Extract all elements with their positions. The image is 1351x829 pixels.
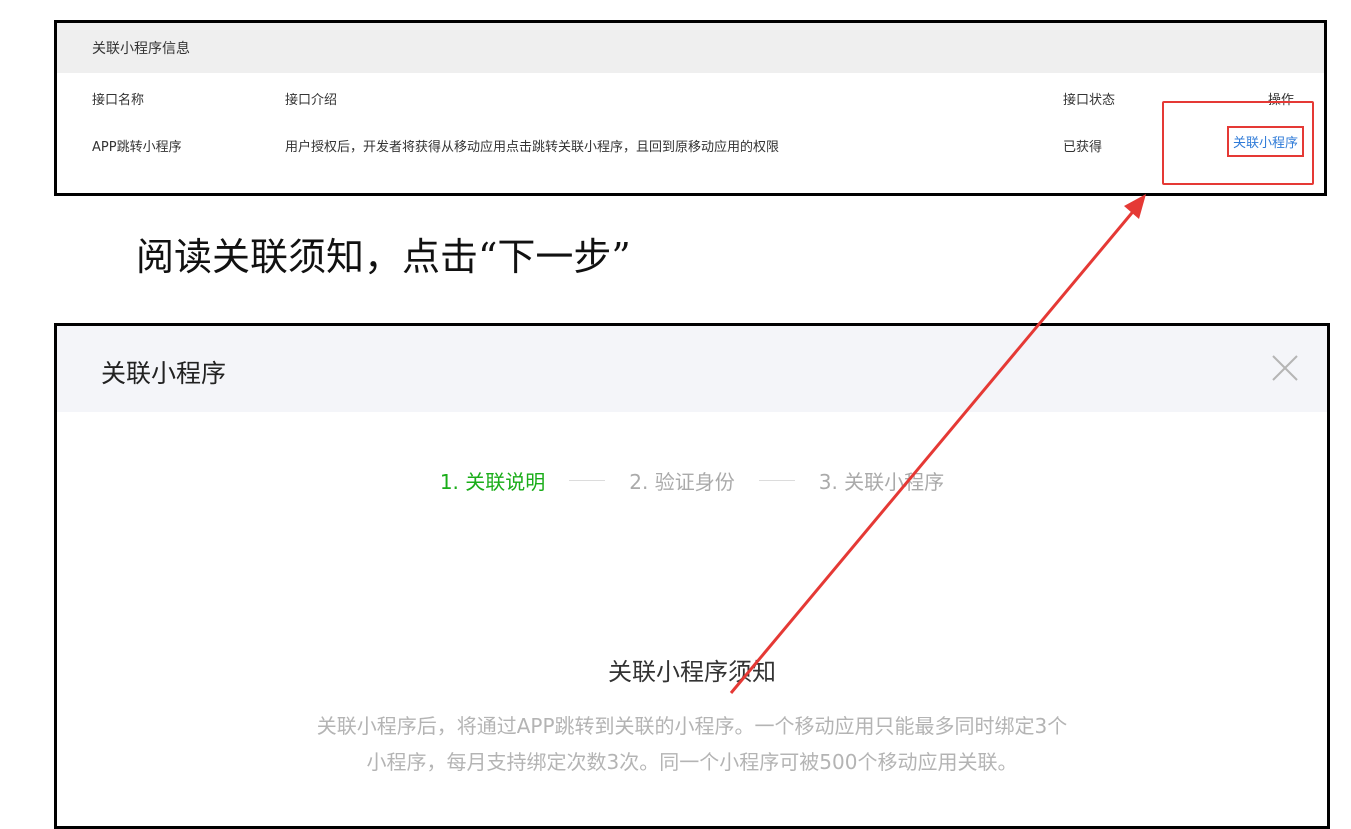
step-1: 1. 关联说明 [439,470,546,494]
dialog-title: 关联小程序 [101,359,227,388]
step-2: 2. 验证身份 [629,470,735,494]
notice-line: 小程序，每月支持绑定次数3次。同一个小程序可被500个移动应用关联。 [366,750,1018,774]
step-divider [758,480,795,481]
row-description: 用户授权后，开发者将获得从移动应用点击跳转关联小程序，且回到原移动应用的权限 [285,140,780,155]
instruction-text: 阅读关联须知，点击“下一步” [136,235,631,279]
link-mini-program-dialog: 关联小程序 1. 关联说明 2. 验证身份 3. 关联小程序 关联小程序须知 关… [54,323,1330,829]
annotation-highlight-box [1162,101,1314,185]
close-icon[interactable] [1265,348,1305,388]
step-divider [569,480,606,481]
row-name: APP跳转小程序 [92,140,182,155]
notice-title: 关联小程序须知 [608,658,776,686]
step-3: 3. 关联小程序 [818,470,945,494]
notice-body: 关联小程序后，将通过APP跳转到关联的小程序。一个移动应用只能最多同时绑定3个 … [57,708,1327,780]
row-status: 已获得 [1063,140,1103,155]
column-header-status: 接口状态 [1063,93,1116,108]
dialog-header: 关联小程序 [57,326,1327,412]
mini-program-info-panel: 关联小程序信息 接口名称 接口介绍 接口状态 操作 APP跳转小程序 用户授权后… [54,20,1327,196]
column-header-description: 接口介绍 [285,93,338,108]
step-indicator: 1. 关联说明 2. 验证身份 3. 关联小程序 [57,466,1327,495]
column-header-name: 接口名称 [92,93,145,108]
notice-line: 关联小程序后，将通过APP跳转到关联的小程序。一个移动应用只能最多同时绑定3个 [316,714,1068,738]
panel-header: 关联小程序信息 [57,23,1324,73]
